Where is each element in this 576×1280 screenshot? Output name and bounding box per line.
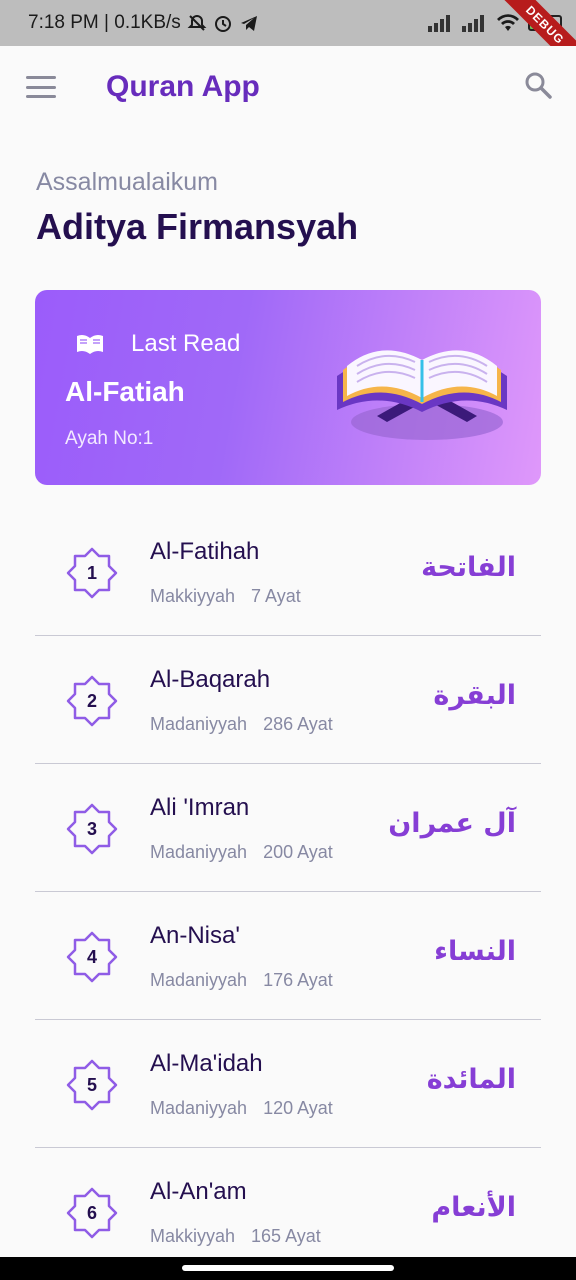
search-icon[interactable] [524, 71, 552, 104]
surah-list-item[interactable]: 3 Ali 'Imran Madaniyyah 200 Ayat آل عمرا… [35, 764, 541, 892]
last-read-surah: Al-Fatiah [65, 376, 185, 407]
signal-icon-2 [462, 15, 484, 32]
surah-name: Ali 'Imran [150, 794, 250, 821]
alarm-icon [214, 16, 231, 32]
surah-number-badge: 1 [65, 546, 119, 600]
surah-number: 3 [86, 818, 97, 839]
surah-number: 5 [86, 1074, 97, 1095]
surah-arabic-name: الفاتحة [421, 552, 516, 583]
surah-type: Makkiyyah [150, 586, 236, 606]
app-bar: Quran App [0, 46, 576, 128]
surah-arabic-name: الأنعام [431, 1192, 516, 1223]
mute-bell-icon [187, 14, 207, 31]
surah-meta: Makkiyyah 165 Ayat [150, 1226, 321, 1247]
surah-number-badge: 5 [65, 1058, 119, 1112]
surah-arabic-name: آل عمران [388, 808, 516, 839]
user-name: Aditya Firmansyah [36, 206, 359, 247]
greeting-text: Assalmualaikum [36, 168, 219, 196]
surah-list-item[interactable]: 1 Al-Fatihah Makkiyyah 7 Ayat الفاتحة [35, 508, 541, 636]
surah-number-badge: 4 [65, 930, 119, 984]
surah-number-badge: 3 [65, 802, 119, 856]
last-read-ayah: Ayah No:1 [65, 428, 154, 449]
telegram-icon [240, 16, 257, 31]
surah-number-badge: 6 [65, 1186, 119, 1240]
home-gesture-handle[interactable] [182, 1265, 394, 1271]
surah-name: An-Nisa' [150, 922, 240, 949]
wifi-icon [497, 14, 519, 31]
surah-meta: Makkiyyah 7 Ayat [150, 586, 301, 607]
surah-name: Al-Baqarah [150, 666, 271, 693]
surah-arabic-name: النساء [434, 936, 516, 967]
surah-number: 2 [86, 690, 97, 711]
surah-arabic-name: البقرة [433, 680, 516, 711]
signal-icon [428, 15, 450, 32]
surah-ayat-count: 7 Ayat [251, 586, 301, 606]
app-title: Quran App [106, 70, 260, 103]
surah-ayat-count: 200 Ayat [263, 842, 333, 862]
book-icon [77, 334, 103, 354]
status-time: 7:18 PM | 0.1KB/s [28, 12, 181, 33]
surah-list-item[interactable]: 4 An-Nisa' Madaniyyah 176 Ayat النساء [35, 892, 541, 1020]
surah-type: Madaniyyah [150, 1098, 248, 1118]
surah-list-item[interactable]: 2 Al-Baqarah Madaniyyah 286 Ayat البقرة [35, 636, 541, 764]
status-bar: 7:18 PM | 0.1KB/s 70 DEBUG [0, 0, 576, 46]
hamburger-menu-icon[interactable] [26, 76, 56, 98]
surah-arabic-name: المائدة [426, 1064, 516, 1095]
last-read-label: Last Read [131, 330, 241, 357]
surah-type: Madaniyyah [150, 970, 248, 990]
surah-name: Al-Fatihah [150, 538, 260, 565]
status-left: 7:18 PM | 0.1KB/s [28, 12, 259, 34]
quran-book-icon [337, 350, 507, 440]
surah-type: Madaniyyah [150, 842, 248, 862]
last-read-card[interactable]: Last Read Al-Fatiah Ayah No:1 [35, 290, 541, 485]
surah-meta: Madaniyyah 286 Ayat [150, 714, 333, 735]
surah-ayat-count: 165 Ayat [251, 1226, 321, 1246]
surah-list-item[interactable]: 5 Al-Ma'idah Madaniyyah 120 Ayat المائدة [35, 1020, 541, 1148]
surah-name: Al-Ma'idah [150, 1050, 263, 1077]
surah-type: Madaniyyah [150, 714, 248, 734]
surah-name: Al-An'am [150, 1178, 247, 1205]
surah-number-badge: 2 [65, 674, 119, 728]
surah-type: Makkiyyah [150, 1226, 236, 1246]
surah-list: 1 Al-Fatihah Makkiyyah 7 Ayat الفاتحة 2 … [35, 508, 541, 1276]
surah-ayat-count: 120 Ayat [263, 1098, 333, 1118]
surah-number: 1 [86, 562, 97, 583]
surah-number: 4 [86, 946, 97, 967]
surah-ayat-count: 286 Ayat [263, 714, 333, 734]
surah-meta: Madaniyyah 176 Ayat [150, 970, 333, 991]
surah-meta: Madaniyyah 200 Ayat [150, 842, 333, 863]
last-read-header: Last Read [75, 330, 240, 358]
system-nav-bar [0, 1257, 576, 1280]
surah-ayat-count: 176 Ayat [263, 970, 333, 990]
surah-meta: Madaniyyah 120 Ayat [150, 1098, 333, 1119]
surah-number: 6 [86, 1202, 97, 1223]
